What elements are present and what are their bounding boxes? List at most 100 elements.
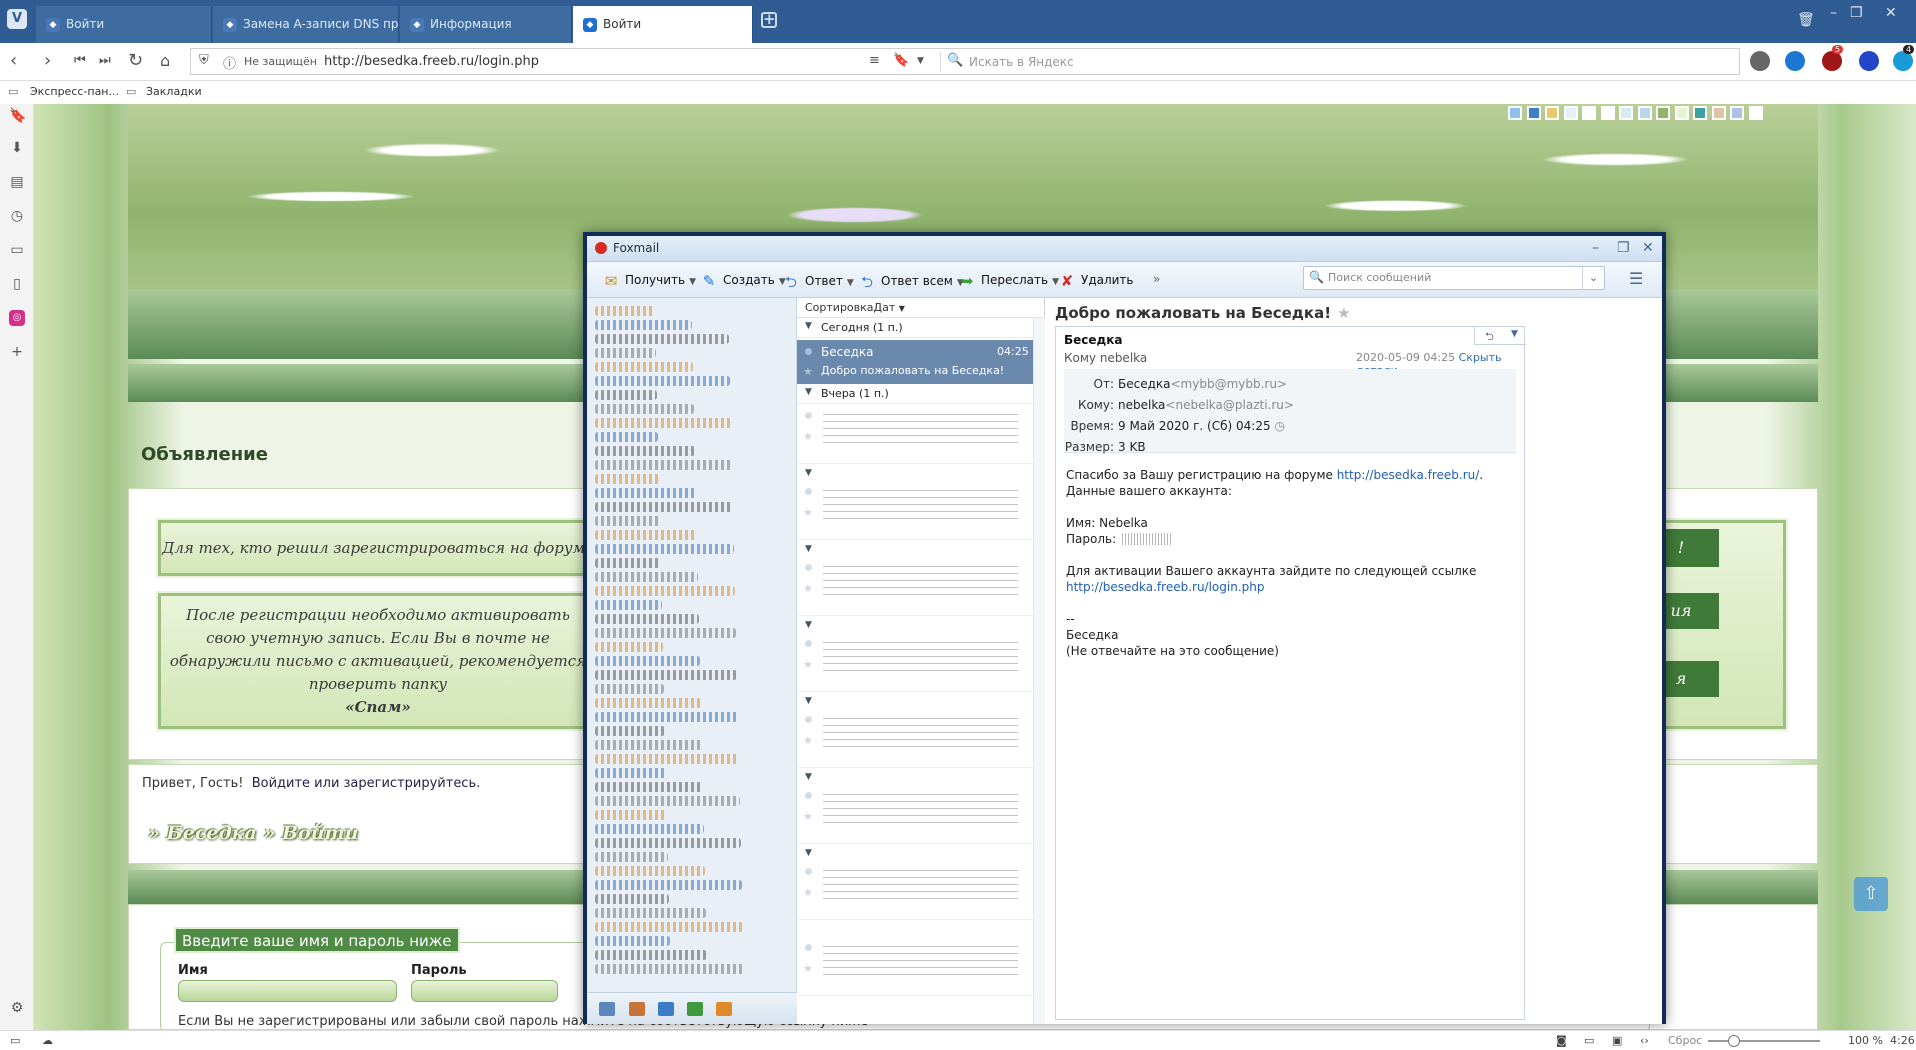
folder-item[interactable] xyxy=(595,908,706,918)
code-icon[interactable]: ‹› xyxy=(1640,1034,1649,1047)
folder-item[interactable] xyxy=(595,404,694,414)
style-swatch[interactable] xyxy=(1693,106,1707,120)
forum-link[interactable]: http://besedka.freeb.ru/ xyxy=(1337,468,1480,482)
message-row[interactable]: ★ xyxy=(797,404,1033,464)
folder-item[interactable] xyxy=(595,502,733,512)
folder-item[interactable] xyxy=(595,642,663,652)
folder-item[interactable] xyxy=(595,684,664,694)
message-row[interactable]: ★ xyxy=(797,708,1033,768)
download-icon[interactable]: ⬇ xyxy=(9,140,25,156)
star-icon[interactable]: ★ xyxy=(803,658,813,671)
folder-item[interactable] xyxy=(595,740,702,750)
folder-item[interactable] xyxy=(595,600,662,610)
reload-icon[interactable]: ↻ xyxy=(128,52,143,70)
message-row[interactable]: ★ xyxy=(797,556,1033,616)
mail-icon[interactable] xyxy=(599,1002,615,1016)
folder-item[interactable] xyxy=(595,348,656,358)
info-icon[interactable]: ⓘ xyxy=(223,53,236,72)
triangle-down-icon[interactable]: ▼ xyxy=(805,544,812,554)
chevron-down-icon[interactable]: ▼ xyxy=(917,56,924,66)
message-row[interactable]: ★ xyxy=(797,632,1033,692)
vivaldi-logo-icon[interactable]: V xyxy=(7,9,27,29)
chevron-down-icon[interactable]: ⌄ xyxy=(1582,267,1604,289)
style-swatch[interactable] xyxy=(1545,106,1559,120)
reply-icon[interactable]: ⮌ xyxy=(1485,328,1494,347)
bookmark-folder[interactable]: Закладки xyxy=(146,85,202,98)
folder-item[interactable] xyxy=(595,880,742,890)
zoom-slider[interactable] xyxy=(1708,1040,1820,1042)
folder-item[interactable] xyxy=(595,838,741,848)
style-swatch[interactable] xyxy=(1600,106,1615,120)
folder-item[interactable] xyxy=(595,796,740,806)
folder-item[interactable] xyxy=(595,376,730,386)
receive-button[interactable]: ✉ Получить ▼ xyxy=(601,272,696,290)
panel-toggle-icon[interactable]: ▭ xyxy=(10,1034,20,1047)
folder-item[interactable] xyxy=(595,754,739,764)
folder-item[interactable] xyxy=(595,852,668,862)
folder-item[interactable] xyxy=(595,446,695,456)
history-icon[interactable]: ◷ xyxy=(9,208,25,224)
rewind-button[interactable]: ⏮ xyxy=(74,52,86,70)
star-icon[interactable]: ★ xyxy=(803,365,813,378)
triangle-down-icon[interactable]: ▼ xyxy=(805,620,812,630)
more-button[interactable]: » xyxy=(1153,272,1160,286)
folder-item[interactable] xyxy=(595,922,743,932)
address-bar[interactable]: ⛨ ⓘ Не защищён http://besedka.freeb.ru/l… xyxy=(190,48,1740,75)
minimize-button[interactable]: – xyxy=(1830,5,1837,21)
tab-login-1[interactable]: ◆ Войти xyxy=(36,6,212,43)
reply-all-button[interactable]: ⮌ Ответ всем ▼ xyxy=(857,272,964,297)
scroll-top-button[interactable]: ⇧ xyxy=(1854,877,1888,911)
ublock-icon[interactable]: 5 xyxy=(1822,45,1844,71)
image-icon[interactable]: ▣ xyxy=(1612,1034,1622,1047)
folder-item[interactable] xyxy=(595,558,661,568)
menu-icon[interactable]: ☰ xyxy=(1629,269,1643,288)
forward-button[interactable]: › xyxy=(44,52,51,70)
restore-button[interactable]: ❐ xyxy=(1850,5,1863,21)
folder-item[interactable] xyxy=(595,474,659,484)
folder-item[interactable] xyxy=(595,656,700,666)
folder-item[interactable] xyxy=(595,418,731,428)
bookmark-express-panel[interactable]: Экспресс-пан... xyxy=(30,85,119,98)
page-icon[interactable]: ▯ xyxy=(9,276,25,292)
extension-icon[interactable] xyxy=(1785,51,1805,71)
folder-item[interactable] xyxy=(595,810,667,820)
url-text[interactable]: http://besedka.freeb.ru/login.php xyxy=(324,54,539,69)
star-icon[interactable]: ★ xyxy=(803,886,813,899)
triangle-down-icon[interactable]: ▼ xyxy=(805,772,812,782)
restore-button[interactable]: ❐ xyxy=(1617,240,1630,256)
close-window-button[interactable]: ✕ xyxy=(1885,5,1897,21)
folder-item[interactable] xyxy=(595,726,665,736)
extension-icon[interactable] xyxy=(1859,51,1879,71)
style-swatch[interactable] xyxy=(1619,106,1633,120)
folder-item[interactable] xyxy=(595,866,705,876)
folder-item[interactable] xyxy=(595,334,729,344)
folder-item[interactable] xyxy=(595,306,655,316)
search-input[interactable]: Искать в Яндекс xyxy=(969,55,1074,69)
folder-item[interactable] xyxy=(595,698,701,708)
chevron-down-icon[interactable]: ▼ xyxy=(1511,329,1518,339)
folder-item[interactable] xyxy=(595,894,669,904)
folder-item[interactable] xyxy=(595,936,670,946)
style-swatch[interactable] xyxy=(1748,106,1763,120)
reply-button[interactable]: ⮌ Ответ ▼ xyxy=(781,272,854,297)
tab-info[interactable]: ◆ Информация xyxy=(400,6,572,43)
new-tab-button[interactable]: + xyxy=(761,12,777,28)
folder-item[interactable] xyxy=(595,362,693,372)
trash-icon[interactable]: 🗑 xyxy=(1797,12,1815,28)
folder-item[interactable] xyxy=(595,950,707,960)
style-swatch[interactable] xyxy=(1508,106,1522,120)
star-icon[interactable]: ★ xyxy=(803,582,813,595)
folder-item[interactable] xyxy=(595,964,744,974)
password-input[interactable] xyxy=(411,980,558,1002)
message-row[interactable]: ★ xyxy=(797,480,1033,540)
folder-item[interactable] xyxy=(595,516,660,526)
tab-login-active[interactable]: ◆ Войти xyxy=(573,6,753,43)
message-row[interactable]: ★ xyxy=(797,936,1033,996)
triangle-down-icon[interactable]: ▼ xyxy=(805,696,812,706)
tab-dns[interactable]: ◆ Замена A-записи DNS пр xyxy=(213,6,399,43)
folder-item[interactable] xyxy=(595,530,697,540)
message-search-input[interactable]: 🔍 Поиск сообщений ⌄ xyxy=(1303,266,1605,290)
folder-item[interactable] xyxy=(595,670,737,680)
style-swatch[interactable] xyxy=(1656,106,1670,120)
forward-button[interactable]: ➡ Переслать ▼ xyxy=(957,272,1059,290)
